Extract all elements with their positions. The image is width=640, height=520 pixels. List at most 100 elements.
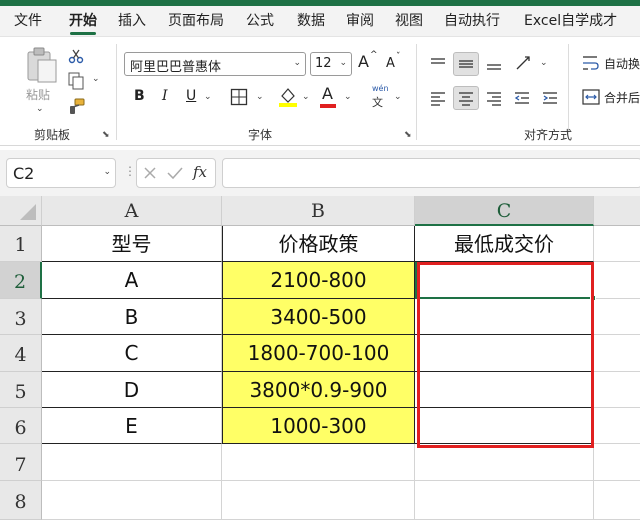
enter-check-icon[interactable] [167,166,183,180]
cell-b6[interactable]: 1000-300 [222,408,415,444]
cell-a8[interactable] [42,481,222,520]
paste-label[interactable]: 粘贴 [26,86,50,103]
cell-a3[interactable]: B [42,299,222,335]
decrease-indent-icon[interactable] [514,90,530,106]
wrap-text-icon[interactable] [582,54,600,72]
group-divider [416,44,417,140]
format-painter-icon[interactable] [68,98,86,116]
formula-input[interactable] [222,158,640,188]
cell-d1[interactable] [594,226,640,262]
cut-icon[interactable] [68,48,84,64]
align-middle-icon[interactable] [458,56,474,72]
row-header-3[interactable]: 3 [0,299,42,335]
row-header-4[interactable]: 4 [0,335,42,372]
font-name-select[interactable]: 阿里巴巴普惠体 ⌄ [124,52,306,76]
cell-a6[interactable]: E [42,408,222,444]
cell-d4[interactable] [594,335,640,372]
more-options-icon[interactable]: ⋮ [124,164,136,178]
tab-page-layout[interactable]: 页面布局 [168,6,224,36]
dialog-launcher-icon[interactable]: ⬊ [404,130,412,140]
wrap-text-label[interactable]: 自动换 [604,55,640,72]
cell-d8[interactable] [594,481,640,520]
cell-b5[interactable]: 3800*0.9-900 [222,372,415,408]
tab-data[interactable]: 数据 [297,6,325,36]
paste-icon[interactable] [24,46,60,86]
increase-font-size-icon[interactable]: A [358,52,369,71]
row-header-8[interactable]: 8 [0,481,42,520]
cell-a7[interactable] [42,444,222,481]
cell-b3[interactable]: 3400-500 [222,299,415,335]
insert-function-icon[interactable]: fx [193,163,207,181]
row-header-7[interactable]: 7 [0,444,42,481]
row-header-5[interactable]: 5 [0,372,42,408]
cell-d7[interactable] [594,444,640,481]
cell-a2[interactable]: A [42,262,222,299]
select-all-triangle-icon [20,204,36,220]
cell-a1[interactable]: 型号 [42,226,222,262]
align-bottom-icon[interactable] [486,56,502,72]
chevron-down-icon[interactable]: ⌄ [256,92,264,102]
chevron-down-icon[interactable]: ⌄ [540,58,548,68]
chevron-down-icon[interactable]: ⌄ [302,92,310,102]
align-right-icon[interactable] [486,90,502,106]
column-header-a[interactable]: A [42,196,222,226]
cancel-icon[interactable] [143,166,157,180]
column-header-b[interactable]: B [222,196,415,226]
font-group-label: 字体 [248,128,273,142]
chevron-down-icon[interactable]: ⌄ [204,92,212,102]
row-header-2[interactable]: 2 [0,262,42,299]
cell-c1[interactable]: 最低成交价 [415,226,594,262]
phonetic-guide-icon[interactable]: 文 [372,94,383,110]
align-center-icon[interactable] [458,90,474,106]
chevron-down-icon[interactable]: ⌄ [36,104,44,114]
cell-d5[interactable] [594,372,640,408]
align-top-icon[interactable] [430,56,446,72]
row-header-1[interactable]: 1 [0,226,42,262]
column-header-d[interactable] [594,196,640,226]
tab-formulas[interactable]: 公式 [246,6,274,36]
copy-icon[interactable] [68,72,84,90]
select-all-corner[interactable] [0,196,42,226]
tab-view[interactable]: 视图 [395,6,423,36]
dialog-launcher-icon[interactable]: ⬊ [102,130,110,140]
chevron-down-icon[interactable]: ⌄ [344,92,352,102]
increase-indent-icon[interactable] [542,90,558,106]
chevron-down-icon: ⌄ [293,58,301,68]
tab-insert[interactable]: 插入 [118,6,146,36]
tab-excel-self-study[interactable]: Excel自学成才 [524,6,617,36]
column-header-c[interactable]: C [415,196,594,226]
merge-center-label[interactable]: 合并后 [604,89,640,106]
tab-file[interactable]: 文件 [14,6,42,36]
caret-down-icon: ˇ [396,52,401,62]
tab-review[interactable]: 审阅 [346,6,374,36]
row-header-6[interactable]: 6 [0,408,42,444]
cell-b4[interactable]: 1800-700-100 [222,335,415,372]
underline-button[interactable]: U [186,88,196,104]
annotation-highlight-box [417,262,594,448]
chevron-down-icon[interactable]: ⌄ [92,74,100,84]
font-color-icon[interactable]: A [322,84,333,103]
orientation-icon[interactable] [514,54,534,72]
cell-c7[interactable] [415,444,594,481]
cell-b1[interactable]: 价格政策 [222,226,415,262]
tab-automate[interactable]: 自动执行 [444,6,500,36]
italic-button[interactable]: I [162,88,168,104]
cell-d6[interactable] [594,408,640,444]
cell-d2[interactable] [594,262,640,299]
decrease-font-size-icon[interactable]: A [386,56,395,71]
borders-icon[interactable] [230,88,248,106]
cell-b2[interactable]: 2100-800 [222,262,415,299]
cell-d3[interactable] [594,299,640,335]
cell-b7[interactable] [222,444,415,481]
name-box[interactable]: C2 ⌄ [6,158,116,188]
merge-center-icon[interactable] [582,88,600,106]
cell-a4[interactable]: C [42,335,222,372]
cell-c8[interactable] [415,481,594,520]
cell-a5[interactable]: D [42,372,222,408]
font-size-select[interactable]: 12 ⌄ [310,52,352,76]
cell-b8[interactable] [222,481,415,520]
bold-button[interactable]: B [134,88,145,104]
fill-color-icon[interactable] [278,86,298,108]
align-left-icon[interactable] [430,90,446,106]
chevron-down-icon[interactable]: ⌄ [394,92,402,102]
